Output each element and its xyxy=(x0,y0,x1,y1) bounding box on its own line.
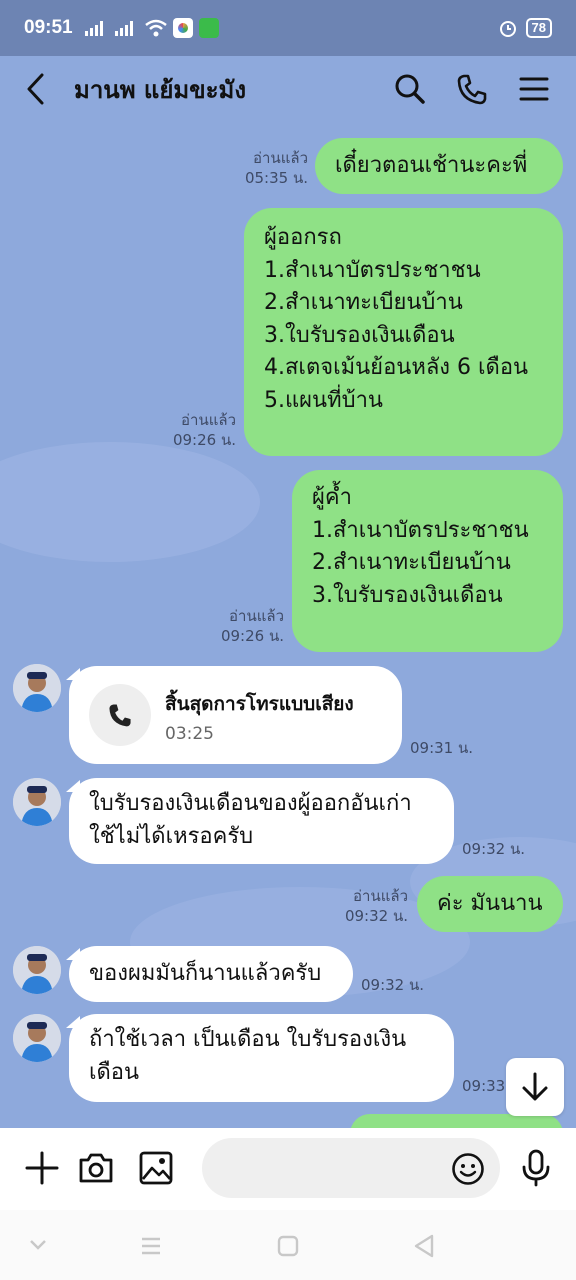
message-time: 09:32 น. xyxy=(462,840,526,858)
incoming-message[interactable]: ของผมมันก็นานแล้วครับ xyxy=(69,946,353,1002)
message-time: 09:33 xyxy=(462,1077,506,1095)
voice-input-button[interactable] xyxy=(518,1149,554,1187)
image-icon xyxy=(139,1151,173,1185)
status-right: 78 xyxy=(498,18,552,38)
outgoing-message[interactable]: ค่ะ มันนาน xyxy=(417,876,563,932)
outgoing-message[interactable]: เดี๋ยวตอนเช้านะคะพี่ xyxy=(315,138,563,194)
read-receipt: อ่านแล้ว xyxy=(253,149,308,167)
avatar[interactable] xyxy=(13,664,61,712)
outgoing-message[interactable]: ผู้ออกรถ 1.สำเนาบัตรประชาชน 2.สำเนาทะเบี… xyxy=(244,208,563,456)
emoji-button[interactable] xyxy=(450,1151,486,1187)
message-time: 09:26 น. xyxy=(172,431,236,449)
outgoing-message-partial[interactable] xyxy=(350,1114,563,1128)
status-icons xyxy=(84,18,219,38)
message-time: 09:32 น. xyxy=(344,907,408,925)
avatar-image xyxy=(13,1014,61,1062)
status-time: 09:51 xyxy=(24,17,73,38)
message-input-bar xyxy=(0,1128,576,1210)
call-duration: 03:25 xyxy=(165,724,214,744)
camera-button[interactable] xyxy=(78,1150,114,1186)
gallery-button[interactable] xyxy=(138,1150,174,1186)
back-button[interactable] xyxy=(24,69,60,109)
status-bar: 09:51 78 xyxy=(0,0,576,56)
menu-button[interactable] xyxy=(516,71,552,107)
contact-name[interactable]: มานพ แย้มขะมัง xyxy=(74,70,246,109)
photos-app-icon xyxy=(172,18,193,38)
phone-icon xyxy=(109,704,131,727)
avatar[interactable] xyxy=(13,778,61,826)
incoming-message[interactable]: ใบรับรองเงินเดือนของผู้ออกอันเก่า ใช้ไม่… xyxy=(69,778,454,864)
incoming-message[interactable]: ถ้าใช้เวลา เป็นเดือน ใบรับรองเงิน เดือน xyxy=(69,1014,454,1102)
back-icon xyxy=(27,73,44,105)
message-meta: อ่านแล้ว 09:26 น. xyxy=(206,606,284,646)
avatar-image xyxy=(13,946,61,994)
scroll-to-bottom-button[interactable] xyxy=(506,1058,564,1116)
chat-area[interactable]: อ่านแล้ว 05:35 น. เดี๋ยวตอนเช้านะคะพี่ อ… xyxy=(0,122,576,1128)
menu-icon xyxy=(519,77,549,101)
chevron-down-icon[interactable] xyxy=(28,1238,48,1252)
outgoing-message[interactable]: ผู้ค้ำ 1.สำเนาบัตรประชาชน 2.สำเนาทะเบียน… xyxy=(292,470,563,652)
signal-icon xyxy=(84,20,103,36)
message-input[interactable] xyxy=(202,1138,500,1198)
avatar[interactable] xyxy=(13,1014,61,1062)
message-meta: อ่านแล้ว 05:35 น. xyxy=(230,148,308,188)
message-time: 09:32 น. xyxy=(361,976,425,994)
wifi-icon xyxy=(144,19,167,37)
battery-indicator: 78 xyxy=(525,18,552,38)
avatar-image xyxy=(13,778,61,826)
home-icon[interactable] xyxy=(277,1235,299,1257)
read-receipt: อ่านแล้ว xyxy=(229,607,284,625)
message-time: 09:26 น. xyxy=(220,627,284,645)
back-nav-icon[interactable] xyxy=(412,1234,436,1258)
call-ended-icon-wrap xyxy=(89,684,151,746)
call-button[interactable] xyxy=(454,71,490,107)
message-time: 09:31 น. xyxy=(410,739,474,757)
search-button[interactable] xyxy=(392,71,428,107)
plus-icon xyxy=(25,1151,59,1185)
recent-apps-icon[interactable] xyxy=(140,1236,162,1256)
chat-header: มานพ แย้มขะมัง xyxy=(0,56,576,122)
signal-2-icon xyxy=(114,20,133,36)
message-time: 05:35 น. xyxy=(244,169,308,187)
read-receipt: อ่านแล้ว xyxy=(181,411,236,429)
message-meta: อ่านแล้ว 09:26 น. xyxy=(158,410,236,450)
alarm-icon xyxy=(499,21,516,37)
mic-icon xyxy=(522,1149,550,1187)
system-nav-bar xyxy=(0,1210,576,1280)
avatar-image xyxy=(13,664,61,712)
search-icon xyxy=(395,74,425,104)
arrow-down-icon xyxy=(522,1072,548,1101)
message-meta: อ่านแล้ว 09:32 น. xyxy=(330,886,408,926)
emoji-icon xyxy=(452,1153,484,1185)
line-app-icon xyxy=(198,18,219,38)
read-receipt: อ่านแล้ว xyxy=(353,887,408,905)
call-status: สิ้นสุดการโทรแบบเสียง xyxy=(165,693,354,715)
voice-call-message[interactable]: สิ้นสุดการโทรแบบเสียง 03:25 xyxy=(69,666,402,764)
camera-icon xyxy=(79,1153,113,1183)
phone-icon xyxy=(457,74,487,105)
header-actions xyxy=(392,71,552,107)
avatar[interactable] xyxy=(13,946,61,994)
add-button[interactable] xyxy=(24,1150,60,1186)
